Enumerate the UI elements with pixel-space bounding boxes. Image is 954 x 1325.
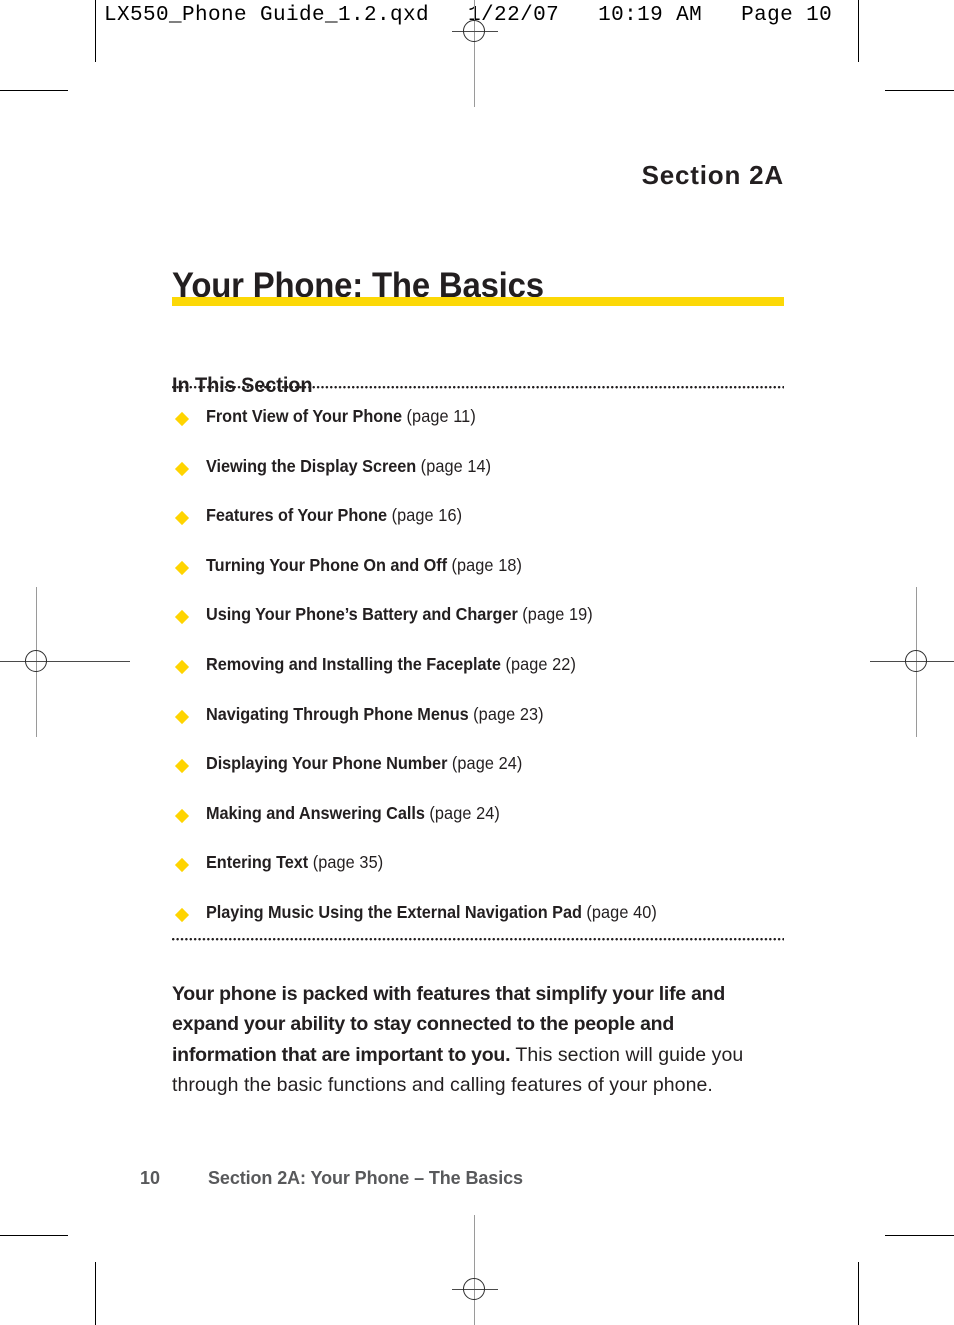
list-item-label: Turning Your Phone On and Off: [206, 554, 447, 575]
list-item[interactable]: Features of Your Phone (page 16): [172, 505, 792, 555]
crop-mark-top-right-horizontal: [885, 90, 954, 91]
list-item-text: Entering Text (page 35): [206, 852, 383, 872]
list-item[interactable]: Using Your Phone’s Battery and Charger (…: [172, 604, 792, 654]
diamond-bullet-icon: [174, 808, 190, 823]
crop-mark-bottom-left-vertical: [95, 1262, 96, 1325]
list-item-text: Viewing the Display Screen (page 14): [206, 456, 491, 476]
list-item-page-ref: (page 18): [451, 554, 523, 575]
crop-mark-top-left-vertical: [95, 0, 96, 62]
running-head: Section 2A: Your Phone – The Basics: [208, 1168, 523, 1188]
diamond-bullet-icon: [174, 858, 190, 873]
dotted-rule-bottom: [172, 938, 784, 941]
list-item-page-ref: (page 35): [312, 852, 384, 873]
list-item-page-ref: (page 22): [505, 653, 576, 674]
list-item-page-ref: (page 14): [420, 455, 492, 476]
list-item-label: Entering Text: [206, 852, 309, 873]
list-item-text: Playing Music Using the External Navigat…: [206, 902, 657, 922]
diamond-bullet-icon: [174, 610, 190, 625]
list-item-page-ref: (page 40): [586, 901, 657, 922]
list-item[interactable]: Removing and Installing the Faceplate (p…: [172, 654, 792, 704]
list-item[interactable]: Navigating Through Phone Menus (page 23): [172, 704, 792, 754]
section-label: Section 2A: [641, 160, 784, 190]
list-item-text: Navigating Through Phone Menus (page 23): [206, 704, 544, 724]
registration-mark-top-center: [452, 0, 498, 107]
list-item[interactable]: Viewing the Display Screen (page 14): [172, 456, 792, 506]
intro-paragraph: Your phone is packed with features that …: [172, 979, 752, 1101]
crop-mark-bottom-right-vertical: [858, 1262, 859, 1325]
list-item-text: Using Your Phone’s Battery and Charger (…: [206, 604, 593, 624]
dotted-rule-top: [172, 386, 784, 389]
title-accent-rule: [172, 297, 784, 306]
list-item[interactable]: Turning Your Phone On and Off (page 18): [172, 555, 792, 605]
diamond-bullet-icon: [174, 907, 190, 923]
list-item-label: Features of Your Phone: [206, 505, 388, 526]
list-item[interactable]: Entering Text (page 35): [172, 852, 792, 902]
crop-mark-top-left-horizontal: [0, 90, 68, 91]
crop-mark-bottom-left-horizontal: [0, 1235, 68, 1236]
diamond-bullet-icon: [174, 411, 190, 427]
diamond-bullet-icon: [174, 709, 190, 724]
list-item-text: Displaying Your Phone Number (page 24): [206, 753, 522, 773]
document-page: LX550_Phone Guide_1.2.qxd 1/22/07 10:19 …: [0, 0, 954, 1325]
diamond-bullet-icon: [174, 461, 190, 476]
list-item-page-ref: (page 24): [429, 802, 500, 823]
list-item[interactable]: Displaying Your Phone Number (page 24): [172, 753, 792, 803]
list-item-text: Making and Answering Calls (page 24): [206, 803, 500, 823]
list-item[interactable]: Playing Music Using the External Navigat…: [172, 902, 792, 952]
list-item-label: Viewing the Display Screen: [206, 455, 417, 476]
registration-mark-left-center: [0, 587, 130, 737]
list-item-label: Front View of Your Phone: [206, 406, 403, 426]
crop-mark-top-right-vertical: [858, 0, 859, 62]
in-this-section-list: Front View of Your Phone (page 11) Viewin…: [172, 406, 792, 952]
page-footer: 10 Section 2A: Your Phone – The Basics: [140, 1168, 523, 1189]
list-item-page-ref: (page 19): [522, 604, 593, 625]
list-item-label: Playing Music Using the External Navigat…: [206, 901, 582, 922]
list-item-label: Displaying Your Phone Number: [206, 753, 448, 774]
list-item-text: Removing and Installing the Faceplate (p…: [206, 654, 576, 674]
list-item-text: Turning Your Phone On and Off (page 18): [206, 555, 522, 575]
list-item[interactable]: Making and Answering Calls (page 24): [172, 803, 792, 853]
list-item-label: Using Your Phone’s Battery and Charger: [206, 604, 518, 625]
list-item-label: Navigating Through Phone Menus: [206, 703, 469, 724]
list-item-label: Removing and Installing the Faceplate: [206, 653, 501, 674]
folio-page-number: 10: [140, 1168, 161, 1188]
list-item[interactable]: Front View of Your Phone (page 11): [172, 406, 792, 456]
list-item-label: Making and Answering Calls: [206, 802, 425, 823]
diamond-bullet-icon: [174, 560, 190, 575]
list-item-text: Features of Your Phone (page 16): [206, 505, 462, 525]
registration-mark-bottom-center: [452, 1215, 498, 1325]
registration-mark-right-center: [870, 587, 954, 737]
list-item-page-ref: (page 24): [451, 753, 523, 774]
diamond-bullet-icon: [174, 659, 190, 675]
list-item-text: Front View of Your Phone (page 11): [206, 406, 476, 426]
list-item-page-ref: (page 11): [406, 406, 476, 426]
crop-mark-bottom-right-horizontal: [885, 1235, 954, 1236]
list-item-page-ref: (page 23): [473, 703, 544, 724]
diamond-bullet-icon: [174, 511, 190, 526]
diamond-bullet-icon: [174, 759, 190, 774]
list-item-page-ref: (page 16): [391, 505, 463, 526]
